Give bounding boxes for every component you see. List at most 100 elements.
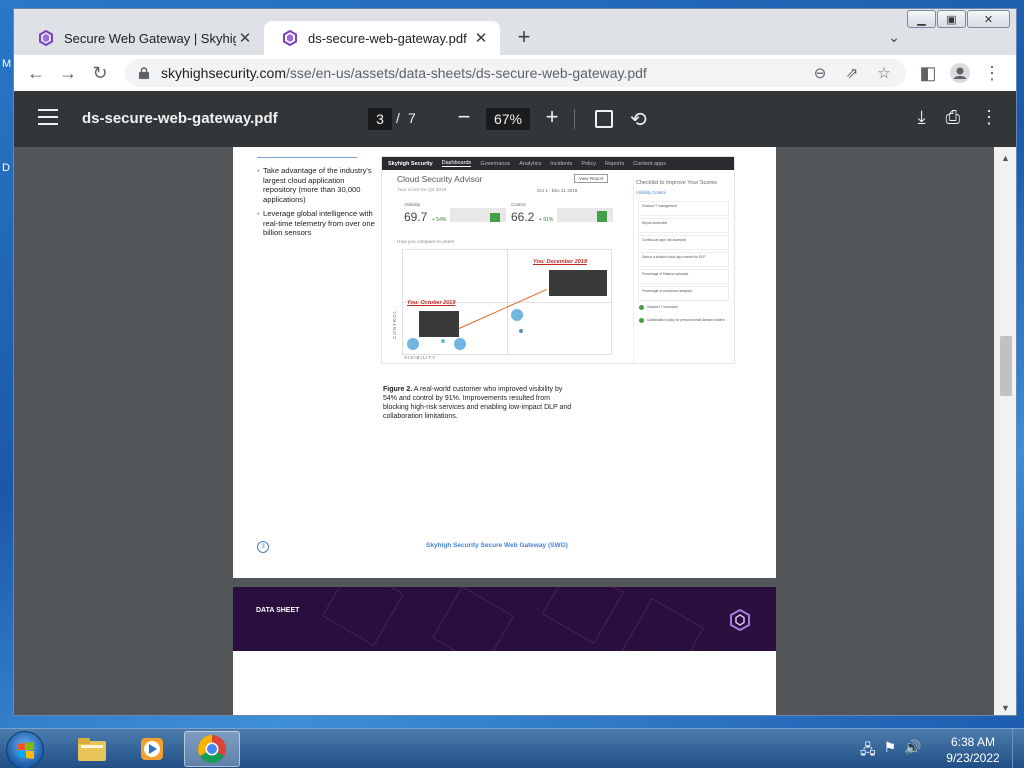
- page-footer: Skyhigh Security Secure Web Gateway (SWG…: [426, 542, 568, 549]
- tooltip-october: [419, 311, 459, 337]
- media-player-taskbar-button[interactable]: [124, 731, 180, 767]
- checklist-title: Checklist to Improve Your Scores: [636, 180, 718, 186]
- taskbar: 🖧 ⚑ 🔊 6:38 AM 9/23/2022: [0, 728, 1024, 768]
- pdf-toolbar: ds-secure-web-gateway.pdf 3 / 7 − 67% + …: [14, 91, 1016, 147]
- show-desktop-button[interactable]: [1012, 729, 1024, 768]
- browser-menu-icon[interactable]: ⋮: [976, 57, 1008, 89]
- new-tab-button[interactable]: +: [512, 24, 536, 49]
- screenshot-nav-item: Policy: [581, 160, 596, 167]
- page-total: 7: [408, 110, 416, 126]
- action-center-flag-icon[interactable]: ⚑: [884, 739, 897, 763]
- network-icon[interactable]: 🖧: [860, 739, 876, 763]
- zoom-magnifier-icon[interactable]: ⊖: [804, 64, 836, 82]
- more-options-icon[interactable]: ⋮: [980, 107, 998, 128]
- address-bar[interactable]: skyhighsecurity.com/sse/en-us/assets/dat…: [125, 59, 906, 87]
- list-item: Shadow IT management: [638, 201, 729, 216]
- print-icon[interactable]: ⎙: [946, 107, 960, 128]
- lock-icon: [139, 67, 149, 79]
- compare-label: How you compare to peers: [397, 240, 455, 245]
- download-icon[interactable]: ⤓: [918, 107, 926, 128]
- figure-caption: Figure 2. A real-world customer who impr…: [383, 385, 573, 421]
- score-value: 69.7: [404, 210, 428, 224]
- annotation-december: You: December 2019: [533, 259, 587, 265]
- toolbar-divider: [574, 109, 575, 129]
- y-axis-label: CONTROL: [392, 309, 397, 339]
- rotate-icon[interactable]: ⟲: [630, 107, 647, 132]
- url-text: skyhighsecurity.com/sse/en-us/assets/dat…: [161, 65, 804, 81]
- fit-to-page-icon[interactable]: [595, 110, 613, 128]
- desktop-glyph: M: [2, 58, 12, 70]
- list-item: Collaboration policy for personal email …: [638, 316, 729, 327]
- close-tab-icon[interactable]: ✕: [472, 29, 490, 47]
- windows-logo-icon: [18, 742, 34, 759]
- screenshot-nav-item: Content apps: [633, 160, 666, 167]
- media-player-icon: [141, 738, 163, 760]
- x-axis-label: VISIBILITY: [404, 355, 437, 360]
- maximize-button[interactable]: ▣: [937, 10, 966, 28]
- reload-icon[interactable]: ↻: [84, 57, 116, 89]
- bullet-list: Take advantage of the industry's largest…: [257, 157, 377, 242]
- zoom-level-input[interactable]: 67%: [486, 108, 530, 130]
- bookmark-star-icon[interactable]: ☆: [868, 64, 900, 82]
- url-path: /sse/en-us/assets/data-sheets/ds-secure-…: [286, 65, 647, 81]
- tab-pdf[interactable]: ds-secure-web-gateway.pdf ✕: [264, 21, 500, 55]
- tab-secure-web-gateway[interactable]: Secure Web Gateway | Skyhigh S ✕: [20, 21, 264, 55]
- zoom-out-icon[interactable]: −: [454, 104, 474, 130]
- chart-point: [407, 338, 419, 350]
- share-icon[interactable]: ⇗: [836, 64, 868, 82]
- list-item: Shadow IT connected: [638, 303, 729, 314]
- control-score-card: Control 66.2 + 91%: [503, 200, 618, 232]
- chrome-taskbar-button[interactable]: [184, 731, 240, 767]
- caption-text: A real-world customer who improved visib…: [383, 386, 572, 421]
- minimize-button[interactable]: ▁: [907, 10, 936, 28]
- zoom-in-icon[interactable]: +: [542, 104, 562, 130]
- checklist-panel: Checklist to Improve Your Scores Visibil…: [633, 174, 733, 363]
- caption-label: Figure 2.: [383, 386, 413, 393]
- pdf-page-3: Take advantage of the industry's largest…: [233, 147, 776, 578]
- skyhigh-favicon-icon: [283, 30, 297, 46]
- annotation-october: You: October 2019: [407, 300, 456, 306]
- page-number-badge: 3: [257, 541, 269, 553]
- close-tab-icon[interactable]: ✕: [236, 29, 254, 47]
- peer-comparison-chart: You: December 2019 You: October 2019: [402, 249, 612, 355]
- profile-avatar-icon[interactable]: [944, 57, 976, 89]
- score-value: 66.2: [511, 210, 535, 224]
- chrome-icon: [198, 735, 226, 763]
- folder-icon: [78, 738, 106, 761]
- pdf-filename: ds-secure-web-gateway.pdf: [82, 110, 278, 127]
- tab-search-chevron-icon[interactable]: ⌄: [884, 27, 904, 47]
- scrollbar-thumb[interactable]: [1000, 336, 1012, 397]
- avatar: [950, 63, 970, 83]
- list-item: Percentage of Shadow uploaded: [638, 269, 729, 284]
- progress-arrow: [458, 288, 547, 329]
- list-item: Report scheduled: [638, 218, 729, 233]
- tab-strip: Secure Web Gateway | Skyhigh S ✕ ds-secu…: [14, 9, 1016, 55]
- system-tray: 🖧 ⚑ 🔊: [860, 739, 922, 763]
- scroll-up-icon[interactable]: ▲: [1001, 153, 1010, 163]
- close-window-button[interactable]: ✕: [967, 10, 1010, 28]
- screenshot-nav-item: Incidents: [550, 160, 573, 167]
- chart-point: [454, 338, 466, 350]
- vertical-scrollbar[interactable]: ▲ ▼: [994, 147, 1016, 715]
- start-button[interactable]: [6, 731, 44, 768]
- back-arrow-icon[interactable]: ←: [20, 57, 52, 89]
- chart-point: [519, 329, 523, 333]
- taskbar-clock[interactable]: 6:38 AM 9/23/2022: [940, 734, 1006, 766]
- side-panel-icon[interactable]: ◧: [912, 57, 944, 89]
- forward-arrow-icon[interactable]: →: [52, 57, 84, 89]
- score-label: Control: [511, 202, 526, 207]
- volume-icon[interactable]: 🔊: [904, 739, 921, 763]
- screenshot-title: Cloud Security Advisor: [397, 174, 483, 184]
- screenshot-nav-item: Reports: [604, 160, 625, 167]
- page-number-input[interactable]: 3: [368, 108, 392, 130]
- clock-date: 9/23/2022: [946, 751, 1000, 765]
- scroll-down-icon[interactable]: ▼: [1001, 703, 1010, 713]
- hamburger-menu-icon[interactable]: [38, 109, 58, 127]
- skyhigh-favicon-icon: [39, 30, 53, 46]
- checklist-tabs: Visibility Control: [636, 190, 666, 195]
- screenshot-nav: Skyhigh Security Dashboards Governance A…: [382, 157, 734, 170]
- cloud-security-advisor-screenshot: Skyhigh Security Dashboards Governance A…: [381, 156, 735, 364]
- banner-pattern: [542, 587, 624, 644]
- file-explorer-taskbar-button[interactable]: [64, 731, 120, 767]
- clock-time: 6:38 AM: [950, 735, 996, 749]
